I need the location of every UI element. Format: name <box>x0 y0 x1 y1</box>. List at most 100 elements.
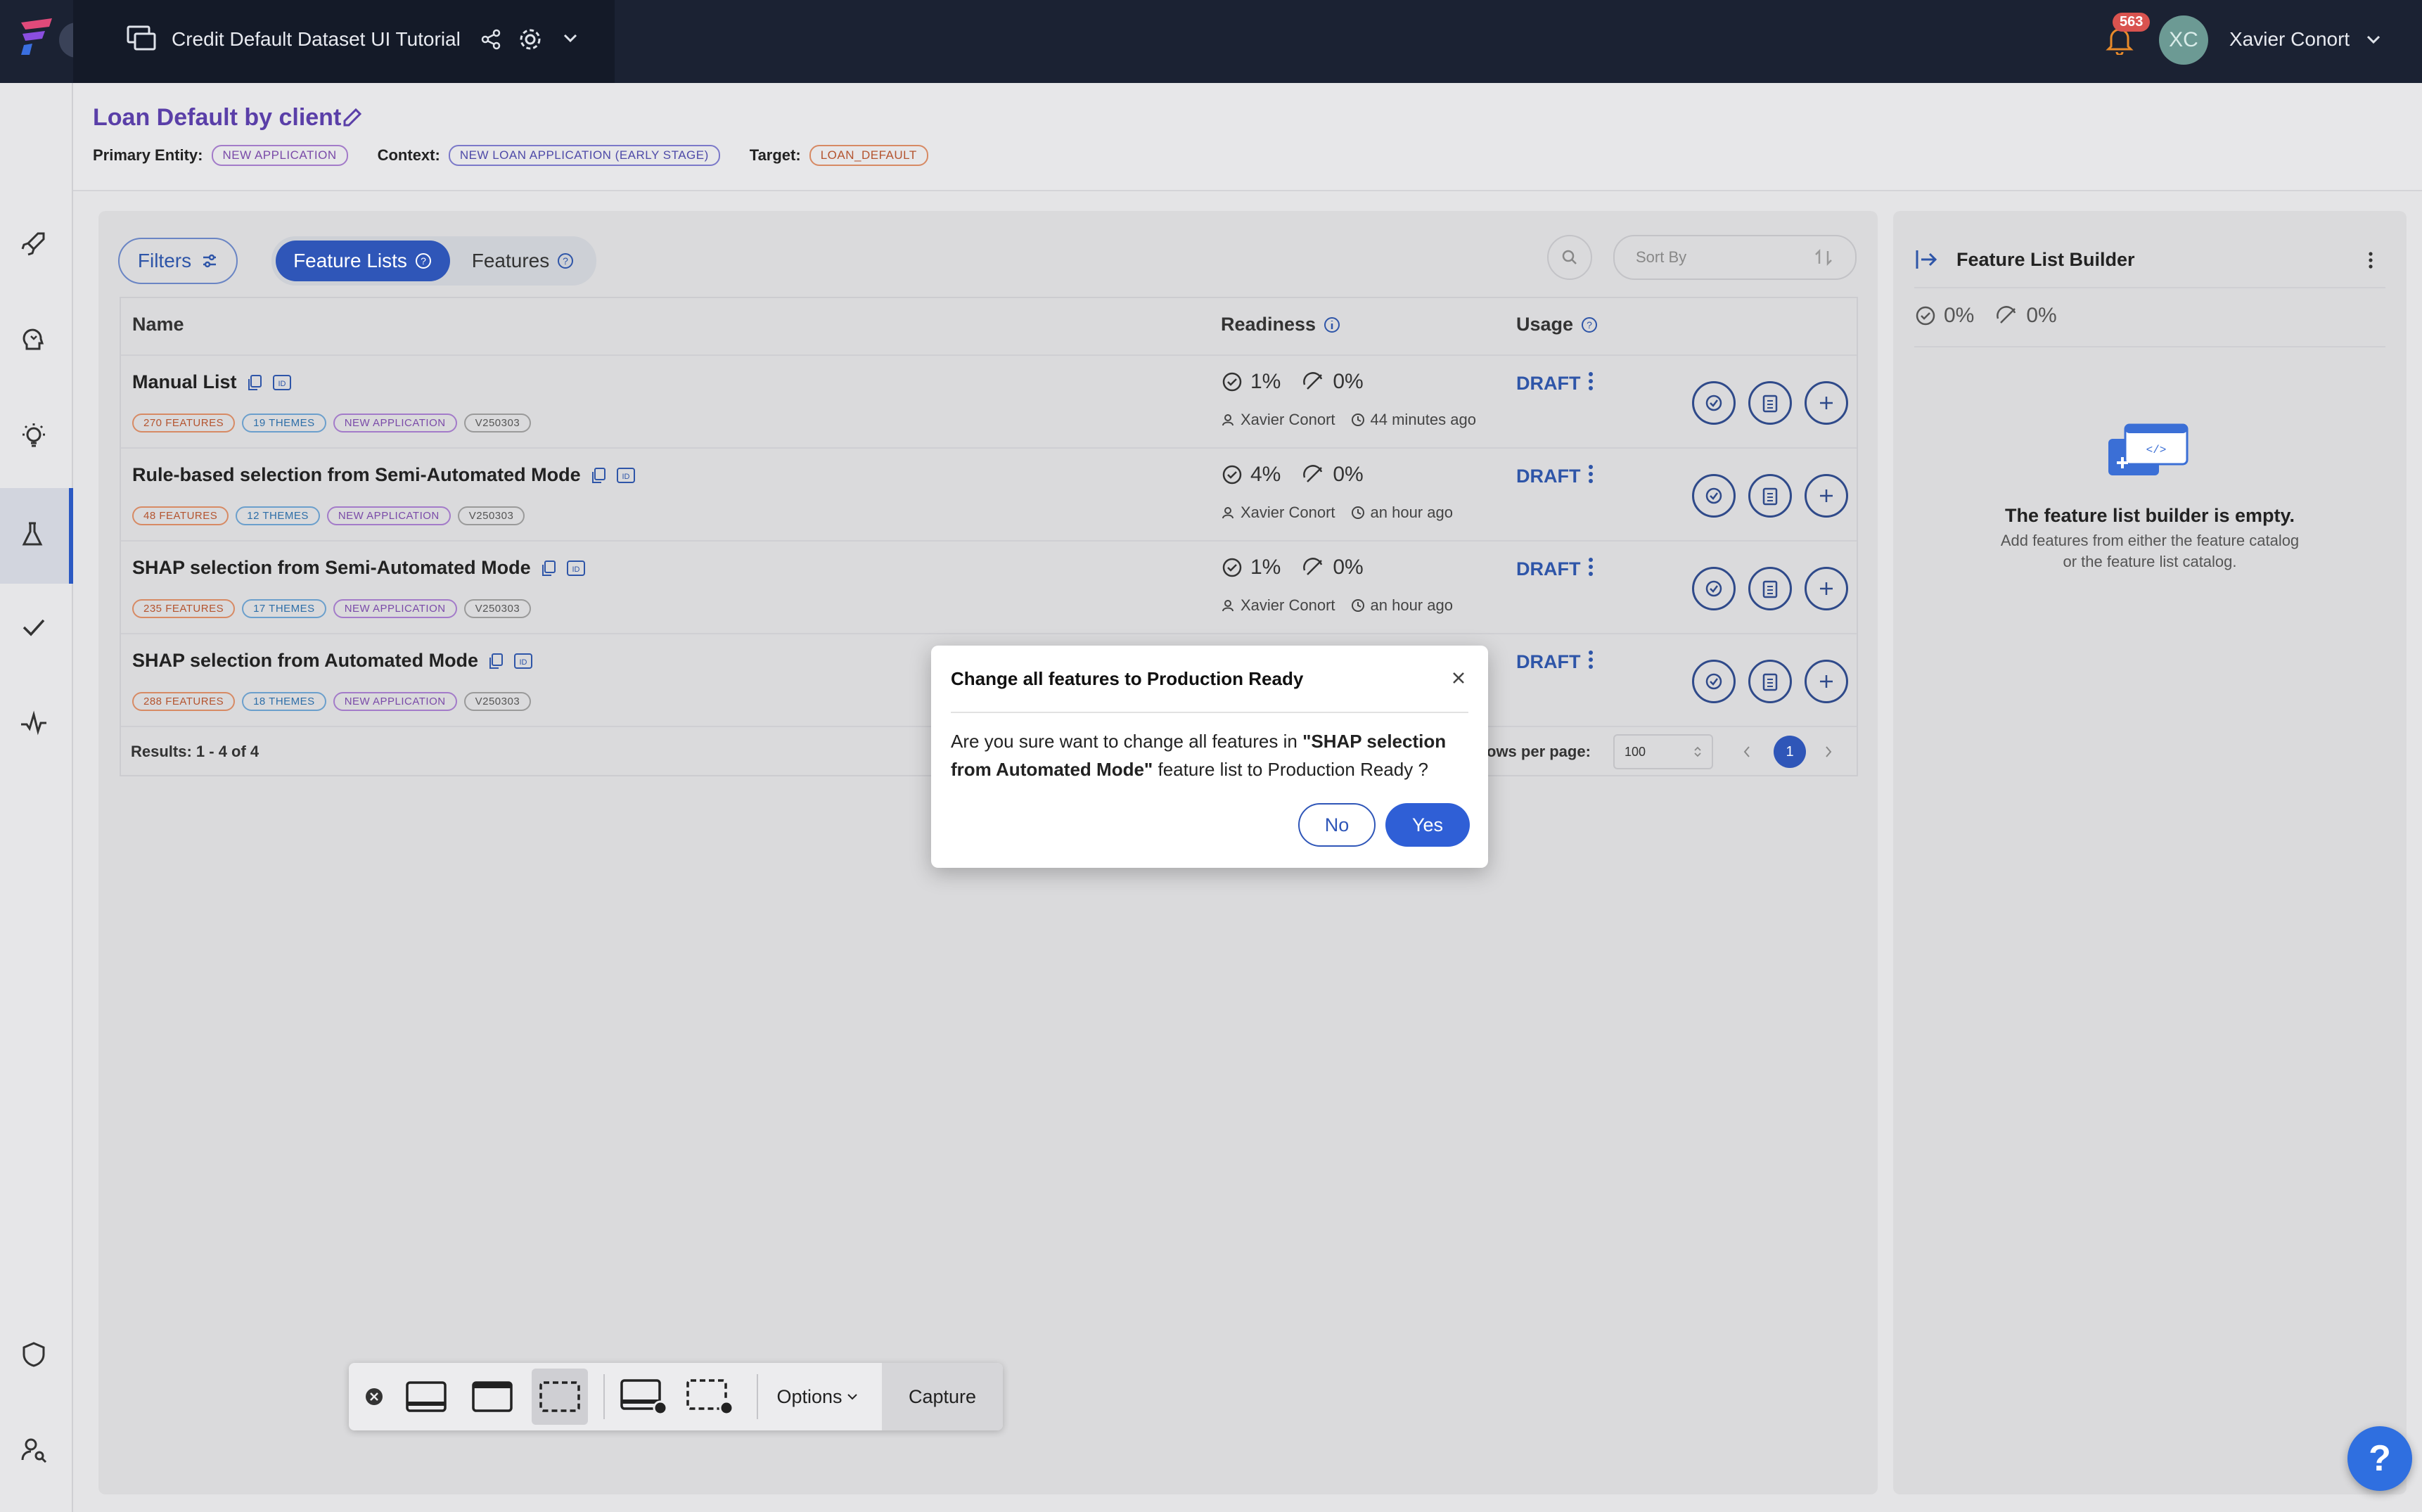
builder-menu-icon[interactable] <box>2367 250 2374 270</box>
activity-icon[interactable] <box>18 707 49 738</box>
id-icon[interactable]: ID <box>272 373 292 392</box>
builder-ready-percent: 0% <box>1944 304 1975 327</box>
shield-icon[interactable] <box>18 1339 49 1370</box>
capture-window-icon[interactable] <box>464 1369 520 1425</box>
column-header-usage[interactable]: Usage ? <box>1516 314 1598 335</box>
id-icon[interactable]: ID <box>513 652 533 670</box>
flask-icon <box>17 519 48 550</box>
add-button[interactable] <box>1805 381 1848 425</box>
edit-icon[interactable] <box>340 105 364 129</box>
feature-list-name[interactable]: Manual List <box>132 371 237 393</box>
yes-button[interactable]: Yes <box>1385 803 1470 847</box>
clipboard-button[interactable] <box>1748 474 1792 518</box>
capture-selection-icon[interactable] <box>532 1369 588 1425</box>
set-production-ready-button[interactable] <box>1692 474 1736 518</box>
user-name[interactable]: Xavier Conort <box>2229 28 2350 51</box>
search-button[interactable] <box>1547 235 1592 280</box>
sort-by-select[interactable]: Sort By <box>1613 235 1857 280</box>
capture-button[interactable]: Capture <box>882 1363 1003 1430</box>
tab-feature-lists[interactable]: Feature Lists ? <box>276 241 450 281</box>
options-label: Options <box>776 1385 842 1407</box>
status-badge: DRAFT <box>1516 373 1581 394</box>
add-button[interactable] <box>1805 567 1848 610</box>
svg-text:?: ? <box>421 255 426 267</box>
app-logo[interactable] <box>15 15 58 58</box>
screen-capture-toolbar: Options Capture <box>349 1363 1003 1430</box>
set-production-ready-button[interactable] <box>1692 660 1736 703</box>
sidebar-item-experiments[interactable] <box>0 488 73 584</box>
capture-entire-screen-icon[interactable] <box>398 1369 454 1425</box>
svg-text:ID: ID <box>622 473 629 481</box>
set-production-ready-button[interactable] <box>1692 381 1736 425</box>
copy-icon[interactable] <box>487 652 505 670</box>
close-icon[interactable] <box>1450 669 1467 686</box>
options-menu-button[interactable]: Options <box>768 1369 866 1425</box>
project-title[interactable]: Credit Default Dataset UI Tutorial <box>172 28 461 51</box>
rows-per-page-select[interactable]: 100 <box>1613 734 1713 769</box>
primary-entity-tag: NEW APPLICATION <box>211 145 348 166</box>
no-button[interactable]: No <box>1298 803 1376 847</box>
online-enabled-percent: 0% <box>1333 556 1364 579</box>
entity-tag: NEW APPLICATION <box>333 414 457 433</box>
more-vertical-icon[interactable] <box>1587 556 1595 578</box>
entity-tag: NEW APPLICATION <box>326 506 451 525</box>
checkmark-icon[interactable] <box>18 612 49 643</box>
gear-icon[interactable] <box>518 27 543 52</box>
lightbulb-icon[interactable] <box>18 421 49 451</box>
chevron-down-icon[interactable] <box>563 32 578 44</box>
info-icon <box>1323 316 1341 334</box>
column-header-readiness[interactable]: Readiness <box>1221 314 1341 335</box>
collapse-panel-icon[interactable] <box>1914 249 1940 270</box>
chevron-down-icon <box>847 1392 858 1401</box>
record-screen-icon[interactable] <box>616 1369 672 1425</box>
feature-list-name[interactable]: SHAP selection from Automated Mode <box>132 650 478 672</box>
table-row[interactable]: Manual List ID 270 FEATURES 19 THEMES NE… <box>121 354 1857 447</box>
add-button[interactable] <box>1805 474 1848 518</box>
row-meta: Xavier Conort an hour ago <box>1221 596 1453 615</box>
rocket-icon[interactable] <box>18 228 49 259</box>
copy-icon[interactable] <box>539 559 558 577</box>
more-vertical-icon[interactable] <box>1587 648 1595 671</box>
tag-row: 235 FEATURES 17 THEMES NEW APPLICATION V… <box>132 599 532 618</box>
feature-list-name[interactable]: SHAP selection from Semi-Automated Mode <box>132 557 531 579</box>
help-button[interactable]: ? <box>2347 1426 2412 1491</box>
readiness-values: 1% 0% <box>1221 556 1364 579</box>
set-production-ready-button[interactable] <box>1692 567 1736 610</box>
user-menu-chevron-icon[interactable] <box>2366 34 2381 45</box>
clipboard-button[interactable] <box>1748 381 1792 425</box>
tag-row: 48 FEATURES 12 THEMES NEW APPLICATION V2… <box>132 506 525 525</box>
next-page-icon[interactable] <box>1823 744 1834 760</box>
avatar[interactable]: XC <box>2159 15 2208 65</box>
features-count-tag: 235 FEATURES <box>132 599 236 618</box>
share-icon[interactable] <box>480 28 502 51</box>
copy-icon[interactable] <box>589 466 608 485</box>
empty-state-line-2: or the feature list catalog. <box>2063 553 2237 570</box>
more-vertical-icon[interactable] <box>1587 370 1595 392</box>
more-vertical-icon[interactable] <box>1587 463 1595 485</box>
results-count: Results: 1 - 4 of 4 <box>131 743 260 760</box>
close-capture-icon[interactable] <box>360 1369 388 1425</box>
version-tag: V250303 <box>457 506 525 525</box>
column-header-name[interactable]: Name <box>132 314 184 335</box>
page-number-current[interactable]: 1 <box>1774 736 1806 768</box>
clipboard-button[interactable] <box>1748 567 1792 610</box>
record-selection-icon[interactable] <box>682 1369 738 1425</box>
brain-icon[interactable] <box>18 325 49 356</box>
table-row[interactable]: SHAP selection from Semi-Automated Mode … <box>121 540 1857 633</box>
id-icon[interactable]: ID <box>566 559 586 577</box>
table-row[interactable]: Rule-based selection from Semi-Automated… <box>121 447 1857 540</box>
id-icon[interactable]: ID <box>616 466 636 485</box>
dialog-message-suffix: feature list to Production Ready ? <box>1153 759 1428 780</box>
updated-time: 44 minutes ago <box>1370 411 1476 428</box>
builder-title: Feature List Builder <box>1956 249 2135 270</box>
builder-readiness: 0% 0% <box>1914 304 2057 328</box>
tab-features[interactable]: Features ? <box>454 241 592 281</box>
clipboard-button[interactable] <box>1748 660 1792 703</box>
prev-page-icon[interactable] <box>1741 744 1753 760</box>
add-button[interactable] <box>1805 660 1848 703</box>
copy-icon[interactable] <box>245 373 264 392</box>
filters-button[interactable]: Filters <box>118 238 238 284</box>
feature-list-name[interactable]: Rule-based selection from Semi-Automated… <box>132 464 581 486</box>
user-search-icon[interactable] <box>18 1435 49 1466</box>
context-tag: NEW LOAN APPLICATION (EARLY STAGE) <box>448 145 720 166</box>
